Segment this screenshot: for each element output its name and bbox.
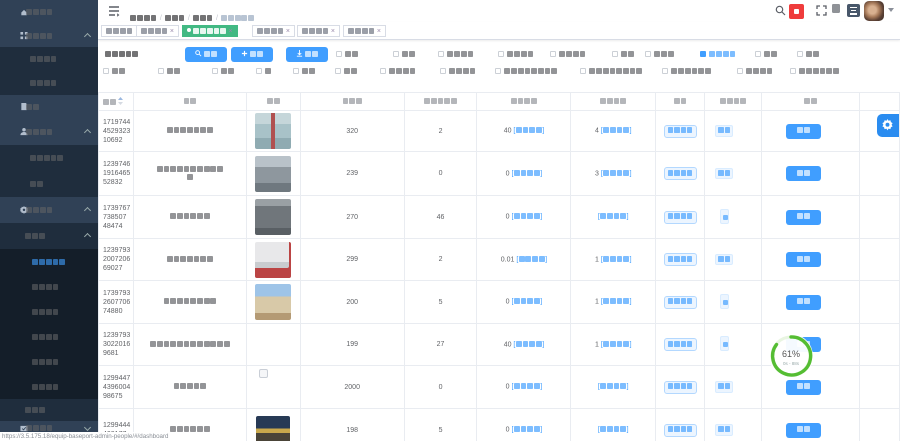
svg-text:61%: 61% <box>782 349 800 359</box>
svg-text:0s - 88s: 0s - 88s <box>783 361 800 366</box>
